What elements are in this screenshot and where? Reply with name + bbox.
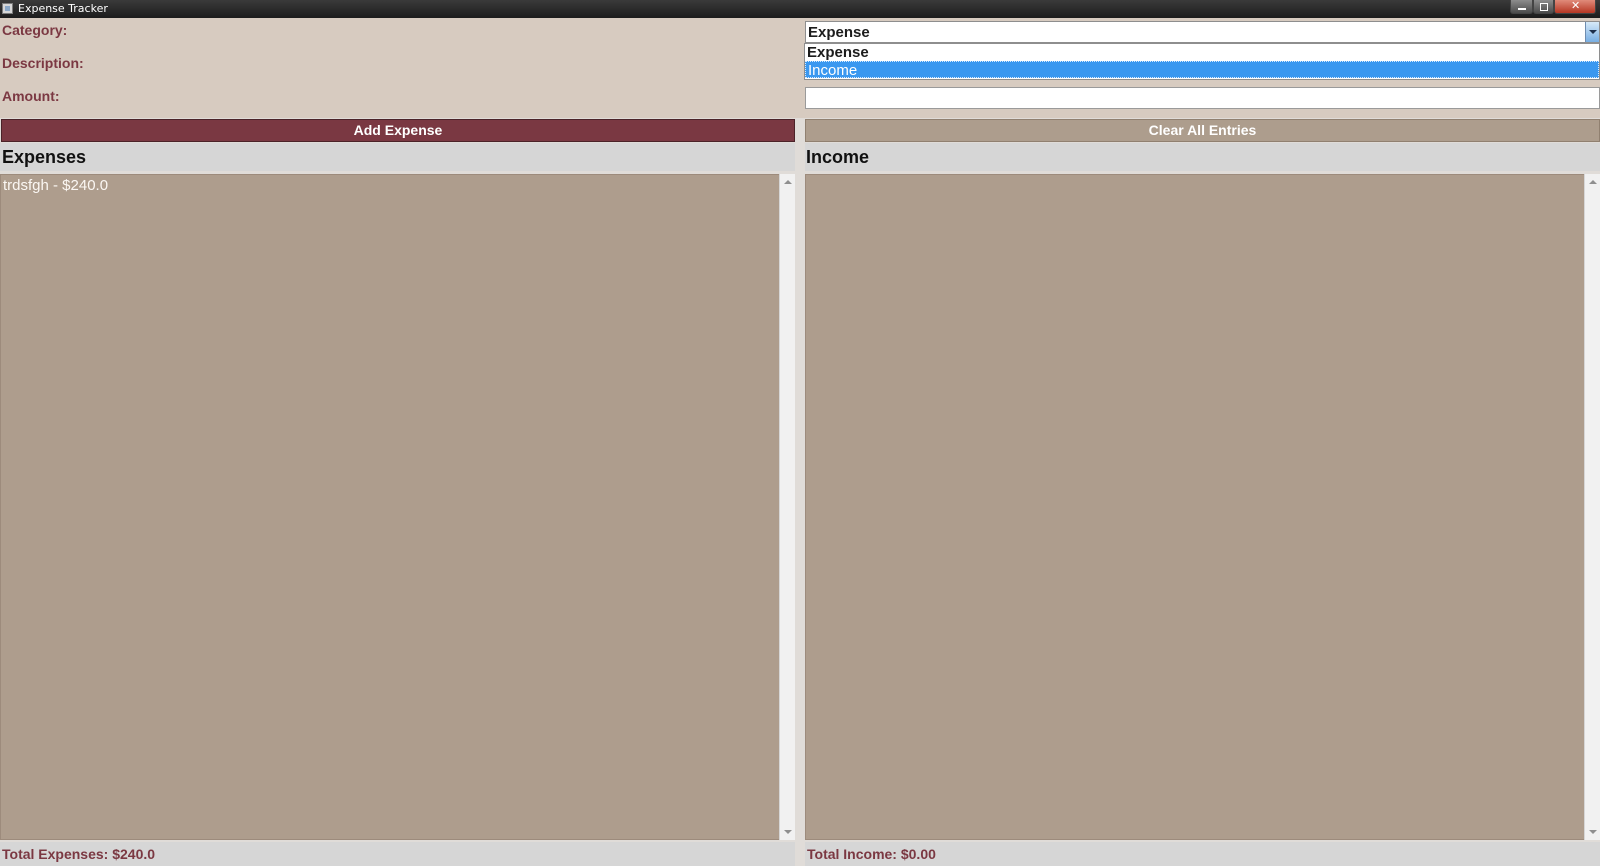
category-selected-value: Expense	[808, 24, 870, 41]
amount-input[interactable]	[805, 87, 1600, 109]
window-title: Expense Tracker	[18, 2, 108, 15]
total-income: Total Income: $0.00	[805, 842, 1600, 866]
app-icon	[2, 3, 13, 14]
list-item[interactable]: trdsfgh - $240.0	[3, 177, 108, 194]
window-titlebar: Expense Tracker	[0, 0, 1600, 18]
income-list[interactable]	[805, 174, 1600, 840]
scroll-up-icon[interactable]	[784, 180, 792, 184]
total-expenses: Total Expenses: $240.0	[0, 842, 795, 866]
category-dropdown[interactable]: Expense	[805, 21, 1600, 43]
income-scrollbar[interactable]	[1584, 174, 1600, 840]
dropdown-option-income[interactable]: Income	[805, 61, 1599, 79]
dropdown-option-expense[interactable]: Expense	[805, 44, 1599, 61]
expenses-title: Expenses	[0, 143, 795, 171]
category-dropdown-menu: Expense Income	[804, 43, 1600, 80]
chevron-down-icon[interactable]	[1585, 22, 1599, 42]
scroll-up-icon[interactable]	[1589, 180, 1597, 184]
maximize-icon[interactable]	[1533, 0, 1554, 14]
scroll-down-icon[interactable]	[784, 830, 792, 834]
add-expense-button[interactable]: Add Expense	[1, 119, 795, 142]
amount-label: Amount:	[2, 88, 60, 104]
income-title: Income	[805, 143, 1600, 171]
expenses-list[interactable]: trdsfgh - $240.0	[0, 174, 795, 840]
minimize-icon[interactable]	[1510, 0, 1533, 14]
clear-all-entries-button[interactable]: Clear All Entries	[805, 119, 1600, 142]
category-label: Category:	[2, 22, 68, 38]
scroll-down-icon[interactable]	[1589, 830, 1597, 834]
description-label: Description:	[2, 55, 84, 71]
expenses-scrollbar[interactable]	[779, 174, 795, 840]
form-labels-panel: Category: Description: Amount:	[0, 18, 800, 118]
close-icon[interactable]	[1554, 0, 1596, 14]
